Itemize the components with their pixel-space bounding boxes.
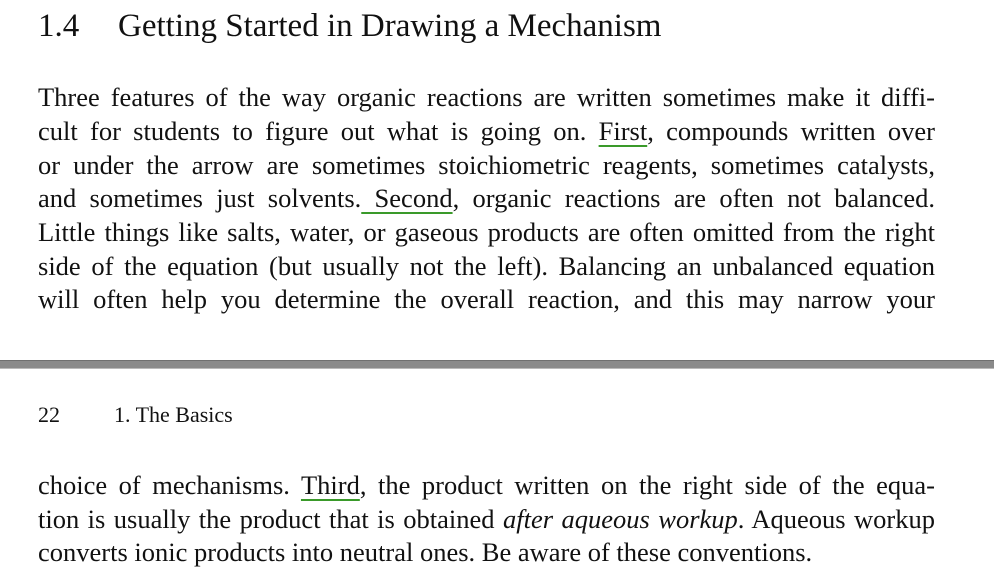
highlighted-word-second: Second	[361, 183, 453, 213]
section-heading: 1.4 Getting Started in Drawing a Mechanis…	[38, 4, 661, 48]
page-number: 22	[38, 402, 60, 427]
text-line-1: Three features of the way organic reacti…	[38, 82, 935, 112]
page-break-divider	[0, 360, 994, 369]
text-line-6: side of the equation (but usually not th…	[38, 251, 935, 281]
text-line-10: converts ionic products into neutral one…	[38, 537, 813, 567]
highlighted-word-third: Third	[300, 470, 360, 500]
chapter-header: 1. The Basics	[114, 402, 233, 427]
text-line-2: cult for students to figure out what is …	[38, 116, 935, 146]
running-header: 22 1. The Basics	[38, 400, 233, 430]
text-line-7: will often help you determine the overal…	[38, 284, 935, 314]
text-line-9: tion is usually the product that is obta…	[38, 504, 935, 534]
section-title: Getting Started in Drawing a Mechanism	[118, 8, 662, 44]
section-number: 1.4	[38, 8, 80, 44]
text-line-5: Little things like salts, water, or gase…	[38, 217, 935, 247]
text-line-8: choice of mechanisms. Third, the product…	[38, 470, 936, 500]
text-line-4: and sometimes just solvents. Second, org…	[38, 183, 936, 213]
highlighted-word-first: First	[598, 116, 648, 146]
text-line-3: or under the arrow are sometimes stoichi…	[38, 150, 935, 180]
emphasis-after-aqueous-workup: after aqueous workup	[503, 504, 738, 534]
